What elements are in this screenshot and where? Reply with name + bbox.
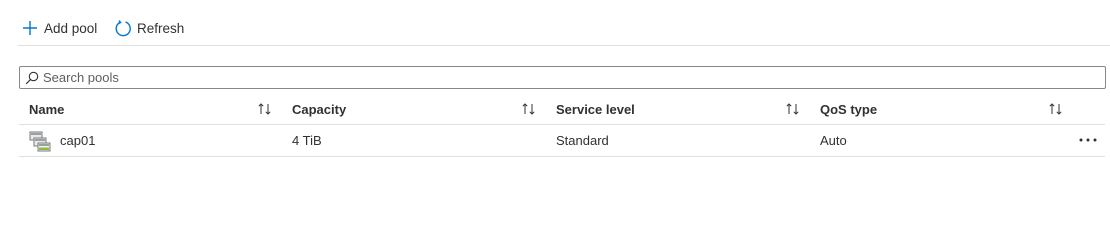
sort-icon[interactable]	[521, 101, 537, 117]
command-bar: Add pool Refresh	[0, 0, 1110, 46]
more-options-button[interactable]	[1077, 131, 1099, 149]
sort-icon[interactable]	[257, 101, 273, 117]
add-pool-button[interactable]: Add pool	[20, 15, 97, 41]
table-row[interactable]: cap01 4 TiB Standard Auto	[19, 125, 1105, 157]
pool-name-cell: cap01	[29, 125, 95, 156]
capacity-cell: 4 TiB	[292, 133, 322, 148]
qos-type-cell: Auto	[820, 133, 847, 148]
refresh-button[interactable]: Refresh	[113, 15, 184, 41]
capacity-pool-icon	[29, 130, 51, 152]
search-icon	[25, 71, 39, 85]
column-header-capacity[interactable]: Capacity	[292, 94, 346, 124]
pools-table: Name Capacity Service level QoS type cap…	[19, 94, 1105, 157]
refresh-icon	[113, 18, 133, 38]
column-header-service-level[interactable]: Service level	[556, 94, 635, 124]
search-input[interactable]	[43, 70, 1083, 85]
table-header: Name Capacity Service level QoS type	[19, 94, 1105, 125]
column-header-name[interactable]: Name	[29, 94, 64, 124]
more-icon	[1079, 138, 1097, 142]
toolbar-divider	[18, 45, 1110, 46]
add-pool-label: Add pool	[44, 20, 98, 36]
service-level-cell: Standard	[556, 133, 609, 148]
sort-icon[interactable]	[785, 101, 801, 117]
column-header-qos-type[interactable]: QoS type	[820, 94, 877, 124]
plus-icon	[20, 18, 40, 38]
sort-icon[interactable]	[1048, 101, 1064, 117]
refresh-label: Refresh	[137, 20, 185, 36]
pool-name-link[interactable]: cap01	[60, 133, 95, 148]
search-box	[19, 66, 1106, 89]
